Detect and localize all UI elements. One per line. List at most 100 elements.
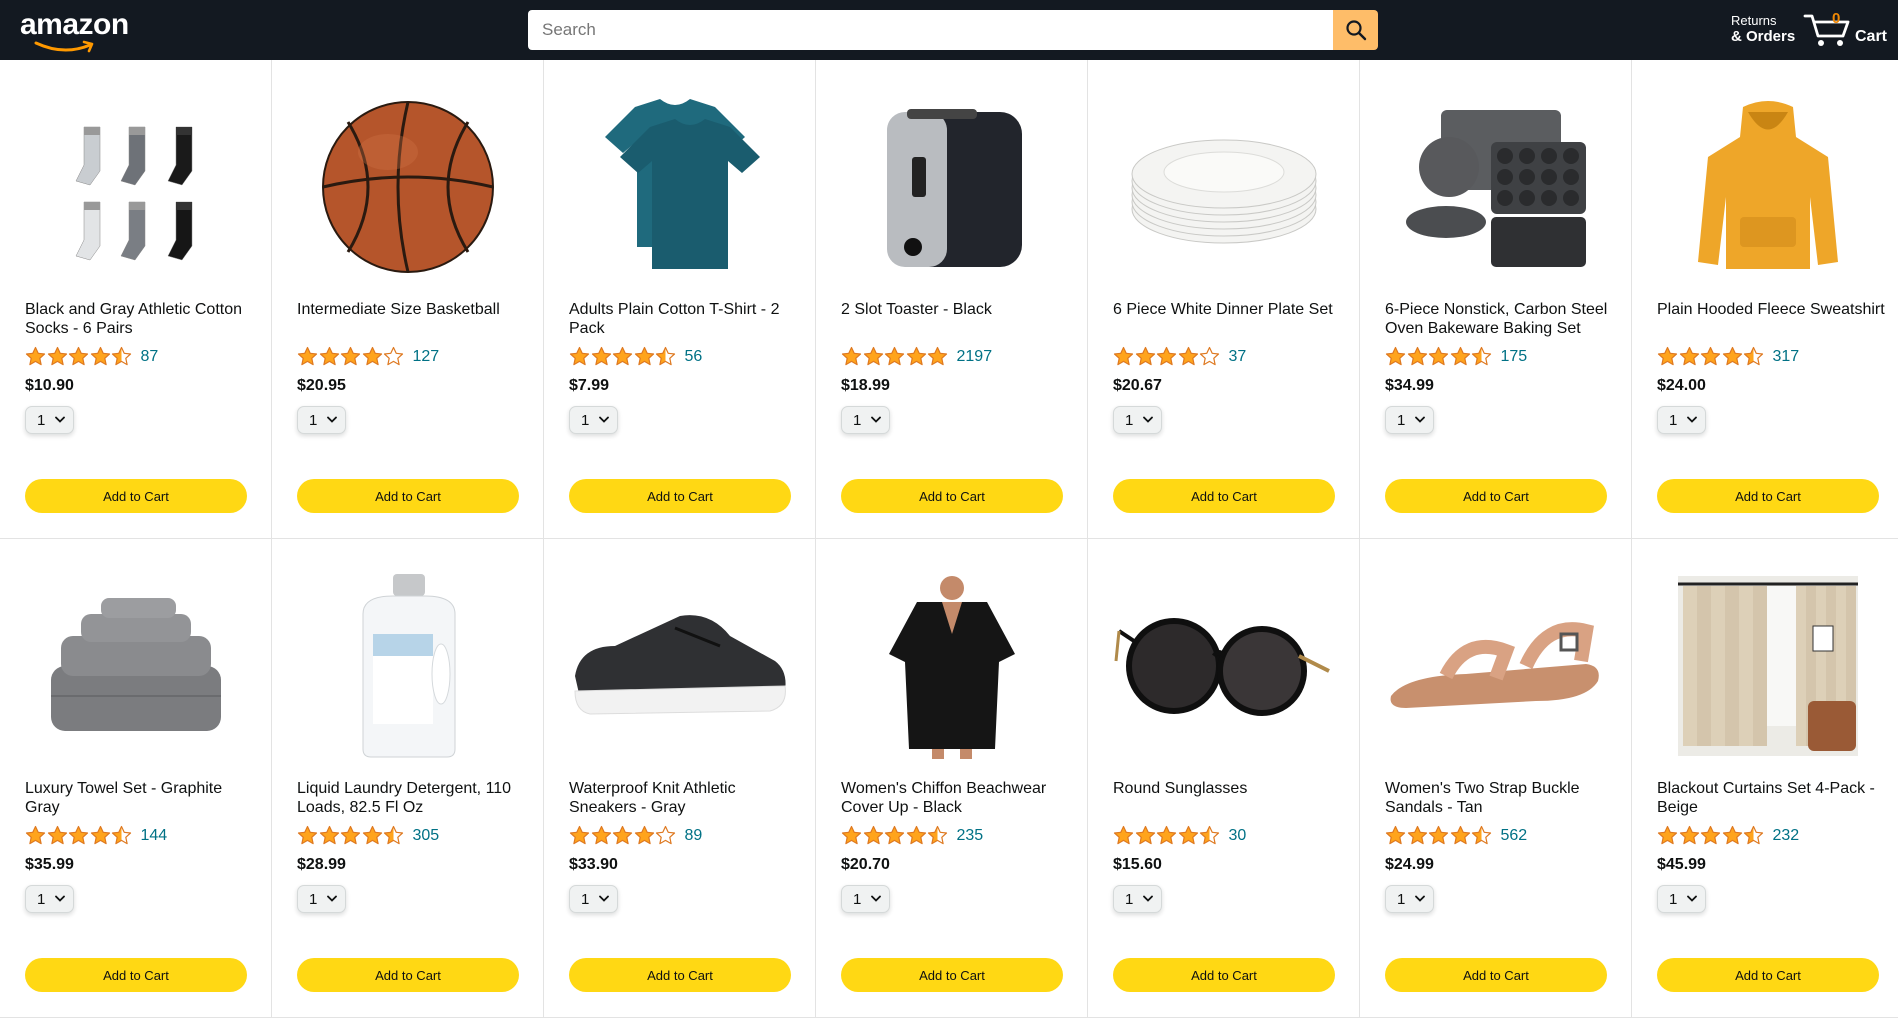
quantity-select[interactable]: 1 — [25, 406, 74, 434]
rating-stars-icon — [569, 346, 677, 367]
product-price: $20.95 — [297, 377, 346, 394]
add-to-cart-button[interactable]: Add to Cart — [297, 479, 519, 513]
add-to-cart-button[interactable]: Add to Cart — [25, 958, 247, 992]
search-input[interactable] — [528, 10, 1333, 50]
quantity-value: 1 — [1125, 890, 1134, 908]
hoodie-image[interactable] — [1657, 96, 1879, 278]
add-to-cart-button[interactable]: Add to Cart — [841, 958, 1063, 992]
add-to-cart-button[interactable]: Add to Cart — [1385, 479, 1607, 513]
rating-stars-icon — [1385, 346, 1493, 367]
search-button[interactable] — [1333, 10, 1378, 50]
rating-stars-icon — [1657, 346, 1765, 367]
product-title[interactable]: Blackout Curtains Set 4-Pack - Beige — [1657, 779, 1887, 817]
rating-count-link[interactable]: 87 — [141, 348, 159, 366]
add-to-cart-button[interactable]: Add to Cart — [1657, 479, 1879, 513]
chevron-down-icon — [599, 895, 609, 902]
rating-count-link[interactable]: 2197 — [957, 348, 993, 366]
rating-count-link[interactable]: 56 — [685, 348, 703, 366]
product-title[interactable]: Waterproof Knit Athletic Sneakers - Gray — [569, 779, 799, 817]
rating-count-link[interactable]: 37 — [1229, 348, 1247, 366]
sandal-image[interactable] — [1385, 575, 1607, 757]
quantity-select[interactable]: 1 — [1385, 406, 1434, 434]
quantity-select[interactable]: 1 — [25, 885, 74, 913]
quantity-select[interactable]: 1 — [1113, 406, 1162, 434]
product-title[interactable]: Round Sunglasses — [1113, 779, 1343, 798]
quantity-select[interactable]: 1 — [569, 406, 618, 434]
product-rating: 144 — [25, 825, 167, 846]
detergent-image[interactable] — [297, 573, 519, 757]
product-title[interactable]: Intermediate Size Basketball — [297, 300, 527, 319]
sunglasses-image[interactable] — [1113, 575, 1335, 757]
rating-count-link[interactable]: 175 — [1501, 348, 1528, 366]
curtains-image[interactable] — [1657, 575, 1879, 757]
product-title[interactable]: Women's Chiffon Beachwear Cover Up - Bla… — [841, 779, 1071, 817]
quantity-select[interactable]: 1 — [1657, 406, 1706, 434]
product-title[interactable]: Black and Gray Athletic Cotton Socks - 6… — [25, 300, 255, 338]
product-title[interactable]: Plain Hooded Fleece Sweatshirt — [1657, 300, 1887, 319]
product-title[interactable]: 6-Piece Nonstick, Carbon Steel Oven Bake… — [1385, 300, 1615, 338]
product-rating: 30 — [1113, 825, 1246, 846]
product-row: Black and Gray Athletic Cotton Socks - 6… — [0, 60, 1898, 539]
quantity-select[interactable]: 1 — [841, 885, 890, 913]
sneaker-image[interactable] — [569, 575, 791, 757]
quantity-select[interactable]: 1 — [569, 885, 618, 913]
rating-count-link[interactable]: 305 — [413, 827, 440, 845]
add-to-cart-button[interactable]: Add to Cart — [569, 958, 791, 992]
add-to-cart-button[interactable]: Add to Cart — [25, 479, 247, 513]
chevron-down-icon — [1143, 895, 1153, 902]
chevron-down-icon — [871, 895, 881, 902]
product-rating: 89 — [569, 825, 702, 846]
socks-image[interactable] — [25, 96, 247, 278]
rating-count-link[interactable]: 127 — [413, 348, 440, 366]
quantity-select[interactable]: 1 — [297, 885, 346, 913]
quantity-select[interactable]: 1 — [841, 406, 890, 434]
product-title[interactable]: Adults Plain Cotton T-Shirt - 2 Pack — [569, 300, 799, 338]
product-rating: 235 — [841, 825, 983, 846]
add-to-cart-button[interactable]: Add to Cart — [841, 479, 1063, 513]
product-price: $28.99 — [297, 856, 346, 873]
cart-icon — [1803, 14, 1850, 46]
quantity-select[interactable]: 1 — [1385, 885, 1434, 913]
add-to-cart-button[interactable]: Add to Cart — [1113, 479, 1335, 513]
add-to-cart-button[interactable]: Add to Cart — [1385, 958, 1607, 992]
add-to-cart-button[interactable]: Add to Cart — [569, 479, 791, 513]
product-price: $34.99 — [1385, 377, 1434, 394]
product-title[interactable]: Luxury Towel Set - Graphite Gray — [25, 779, 255, 817]
toaster-image[interactable] — [841, 96, 1063, 278]
quantity-select[interactable]: 1 — [1113, 885, 1162, 913]
quantity-select[interactable]: 1 — [1657, 885, 1706, 913]
plates-image[interactable] — [1113, 96, 1335, 278]
add-to-cart-button[interactable]: Add to Cart — [1113, 958, 1335, 992]
bakeware-image[interactable] — [1385, 96, 1607, 278]
product-card: 6 Piece White Dinner Plate Set 37 $20.67… — [1088, 60, 1360, 539]
cart-link[interactable]: 0 Cart — [1803, 8, 1893, 52]
product-title[interactable]: Women's Two Strap Buckle Sandals - Tan — [1385, 779, 1615, 817]
rating-count-link[interactable]: 235 — [957, 827, 984, 845]
add-to-cart-button[interactable]: Add to Cart — [1657, 958, 1879, 992]
tshirt-image[interactable] — [569, 96, 791, 278]
product-rating: 562 — [1385, 825, 1527, 846]
coverup-image[interactable] — [841, 575, 1063, 759]
rating-stars-icon — [297, 825, 405, 846]
quantity-value: 1 — [1397, 411, 1406, 429]
rating-count-link[interactable]: 144 — [141, 827, 168, 845]
rating-count-link[interactable]: 89 — [685, 827, 703, 845]
product-title[interactable]: 2 Slot Toaster - Black — [841, 300, 1071, 319]
towels-image[interactable] — [25, 575, 247, 757]
returns-orders-link[interactable]: Returns & Orders — [1731, 13, 1795, 45]
amazon-logo[interactable]: amazon — [20, 10, 130, 53]
rating-count-link[interactable]: 30 — [1229, 827, 1247, 845]
rating-stars-icon — [569, 825, 677, 846]
product-price: $33.90 — [569, 856, 618, 873]
rating-count-link[interactable]: 232 — [1773, 827, 1800, 845]
rating-count-link[interactable]: 562 — [1501, 827, 1528, 845]
quantity-select[interactable]: 1 — [297, 406, 346, 434]
cart-label: Cart — [1855, 28, 1888, 45]
product-price: $24.99 — [1385, 856, 1434, 873]
product-title[interactable]: 6 Piece White Dinner Plate Set — [1113, 300, 1343, 319]
quantity-value: 1 — [1669, 411, 1678, 429]
product-title[interactable]: Liquid Laundry Detergent, 110 Loads, 82.… — [297, 779, 527, 817]
basketball-image[interactable] — [297, 96, 519, 278]
rating-count-link[interactable]: 317 — [1773, 348, 1800, 366]
add-to-cart-button[interactable]: Add to Cart — [297, 958, 519, 992]
